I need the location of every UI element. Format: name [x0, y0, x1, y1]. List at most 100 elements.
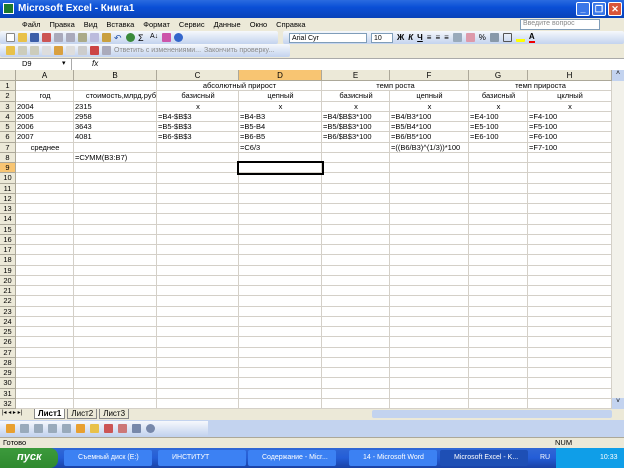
align-right-icon[interactable]: ≡	[444, 33, 449, 42]
ask-question-input[interactable]: Введите вопрос	[520, 19, 600, 30]
open-icon[interactable]	[18, 33, 27, 42]
chart-icon[interactable]	[162, 33, 171, 42]
cell-E26[interactable]	[322, 337, 390, 348]
bold-button[interactable]: Ж	[397, 33, 404, 42]
cell-C5[interactable]: =B5-$B$3	[157, 122, 239, 133]
cell-F26[interactable]	[390, 337, 469, 348]
cell-B20[interactable]	[74, 275, 157, 286]
paste-icon[interactable]	[102, 33, 111, 42]
cell-H28[interactable]	[528, 357, 612, 368]
currency-icon[interactable]	[465, 33, 475, 42]
circle-invalid-icon[interactable]	[104, 424, 113, 433]
cell-D10[interactable]	[239, 173, 322, 184]
print-icon[interactable]	[54, 33, 63, 42]
cell-D5[interactable]: =B5-B4	[239, 122, 322, 133]
row-header-30[interactable]: 30	[0, 378, 16, 389]
cell-H22[interactable]	[528, 296, 612, 307]
cell-E12[interactable]	[322, 193, 390, 204]
cell-G2[interactable]: базисный	[469, 91, 528, 102]
cell-F16[interactable]	[390, 234, 469, 245]
horizontal-scrollbar[interactable]	[372, 410, 612, 418]
row-header-16[interactable]: 16	[0, 234, 16, 245]
cell-D23[interactable]	[239, 306, 322, 317]
cell-H23[interactable]	[528, 306, 612, 317]
cell-E4[interactable]: =B4/$B$3*100	[322, 111, 390, 122]
copy-icon[interactable]	[90, 33, 99, 42]
scroll-down-icon[interactable]: ˅	[612, 398, 624, 409]
cell-C25[interactable]	[157, 327, 239, 338]
taskbar-item-0[interactable]: Съемный диск (E:)	[64, 450, 152, 466]
row-header-2[interactable]: 2	[0, 91, 16, 102]
cell-E19[interactable]	[322, 265, 390, 276]
row-header-17[interactable]: 17	[0, 245, 16, 256]
cell-F30[interactable]	[390, 378, 469, 389]
cell-F19[interactable]	[390, 265, 469, 276]
taskbar-item-3[interactable]: 14 - Microsoft Word	[349, 450, 437, 466]
cell-D26[interactable]	[239, 337, 322, 348]
cell-B14[interactable]	[74, 214, 157, 225]
cell-H10[interactable]	[528, 173, 612, 184]
cell-C27[interactable]	[157, 347, 239, 358]
cell-B1[interactable]	[74, 81, 157, 92]
cell-F20[interactable]	[390, 275, 469, 286]
cell-D4[interactable]: =B4-B3	[239, 111, 322, 122]
cell-G18[interactable]	[469, 255, 528, 266]
spreadsheet-grid[interactable]: A B C D E F G H 1 абсолютный прирост темп роста тем…	[0, 70, 612, 409]
cell-D24[interactable]	[239, 316, 322, 327]
cell-C19[interactable]	[157, 265, 239, 276]
language-indicator[interactable]: RU	[540, 454, 550, 461]
cell-F31[interactable]	[390, 388, 469, 399]
cell-D27[interactable]	[239, 347, 322, 358]
cell-A29[interactable]	[16, 368, 74, 379]
cell-C9[interactable]	[157, 163, 239, 174]
end-review-button[interactable]: Закончить проверку...	[204, 47, 274, 54]
cell-H8[interactable]	[528, 152, 612, 163]
row-header-7[interactable]: 7	[0, 142, 16, 153]
cell-B8[interactable]: =СУММ(B3:B7)	[74, 152, 157, 163]
fill-color-icon[interactable]	[515, 33, 525, 42]
cell-A8[interactable]	[16, 152, 74, 163]
clear-circles-icon[interactable]	[118, 424, 127, 433]
maximize-button[interactable]: ❐	[592, 2, 606, 16]
cell-G6[interactable]: =E6-100	[469, 132, 528, 143]
cell-F22[interactable]	[390, 296, 469, 307]
cell-B9[interactable]	[74, 163, 157, 174]
cell-A5[interactable]: 2006	[16, 122, 74, 133]
new-comment-icon[interactable]	[6, 46, 15, 55]
trace-dependents-icon[interactable]	[34, 424, 43, 433]
cell-H21[interactable]	[528, 286, 612, 297]
undo-icon[interactable]: ↶	[114, 33, 123, 43]
row-header-20[interactable]: 20	[0, 275, 16, 286]
cell-G15[interactable]	[469, 224, 528, 235]
preview-icon[interactable]	[66, 33, 75, 42]
row-header-10[interactable]: 10	[0, 173, 16, 184]
cell-E7[interactable]	[322, 142, 390, 153]
help-icon[interactable]	[174, 33, 183, 42]
cell-C8[interactable]	[157, 152, 239, 163]
cell-G29[interactable]	[469, 368, 528, 379]
row-header-25[interactable]: 25	[0, 327, 16, 338]
cell-A2[interactable]: год	[16, 91, 74, 102]
menu-item-5[interactable]: Сервис	[179, 20, 205, 29]
row-header-9[interactable]: 9	[0, 163, 16, 174]
cell-B19[interactable]	[74, 265, 157, 276]
cell-G4[interactable]: =E4-100	[469, 111, 528, 122]
next-comment-icon[interactable]	[30, 46, 39, 55]
percent-button[interactable]: %	[479, 33, 486, 42]
cell-G19[interactable]	[469, 265, 528, 276]
cell-G20[interactable]	[469, 275, 528, 286]
cell-B10[interactable]	[74, 173, 157, 184]
cell-F3[interactable]: x	[390, 101, 469, 112]
row-header-24[interactable]: 24	[0, 316, 16, 327]
cell-H16[interactable]	[528, 234, 612, 245]
cell-F11[interactable]	[390, 183, 469, 194]
trace-precedents-icon[interactable]	[6, 424, 15, 433]
cell-B22[interactable]	[74, 296, 157, 307]
cell-D20[interactable]	[239, 275, 322, 286]
row-header-6[interactable]: 6	[0, 132, 16, 143]
row-header-22[interactable]: 22	[0, 296, 16, 307]
cell-F24[interactable]	[390, 316, 469, 327]
cell-B29[interactable]	[74, 368, 157, 379]
cell-B18[interactable]	[74, 255, 157, 266]
row-header-12[interactable]: 12	[0, 193, 16, 204]
